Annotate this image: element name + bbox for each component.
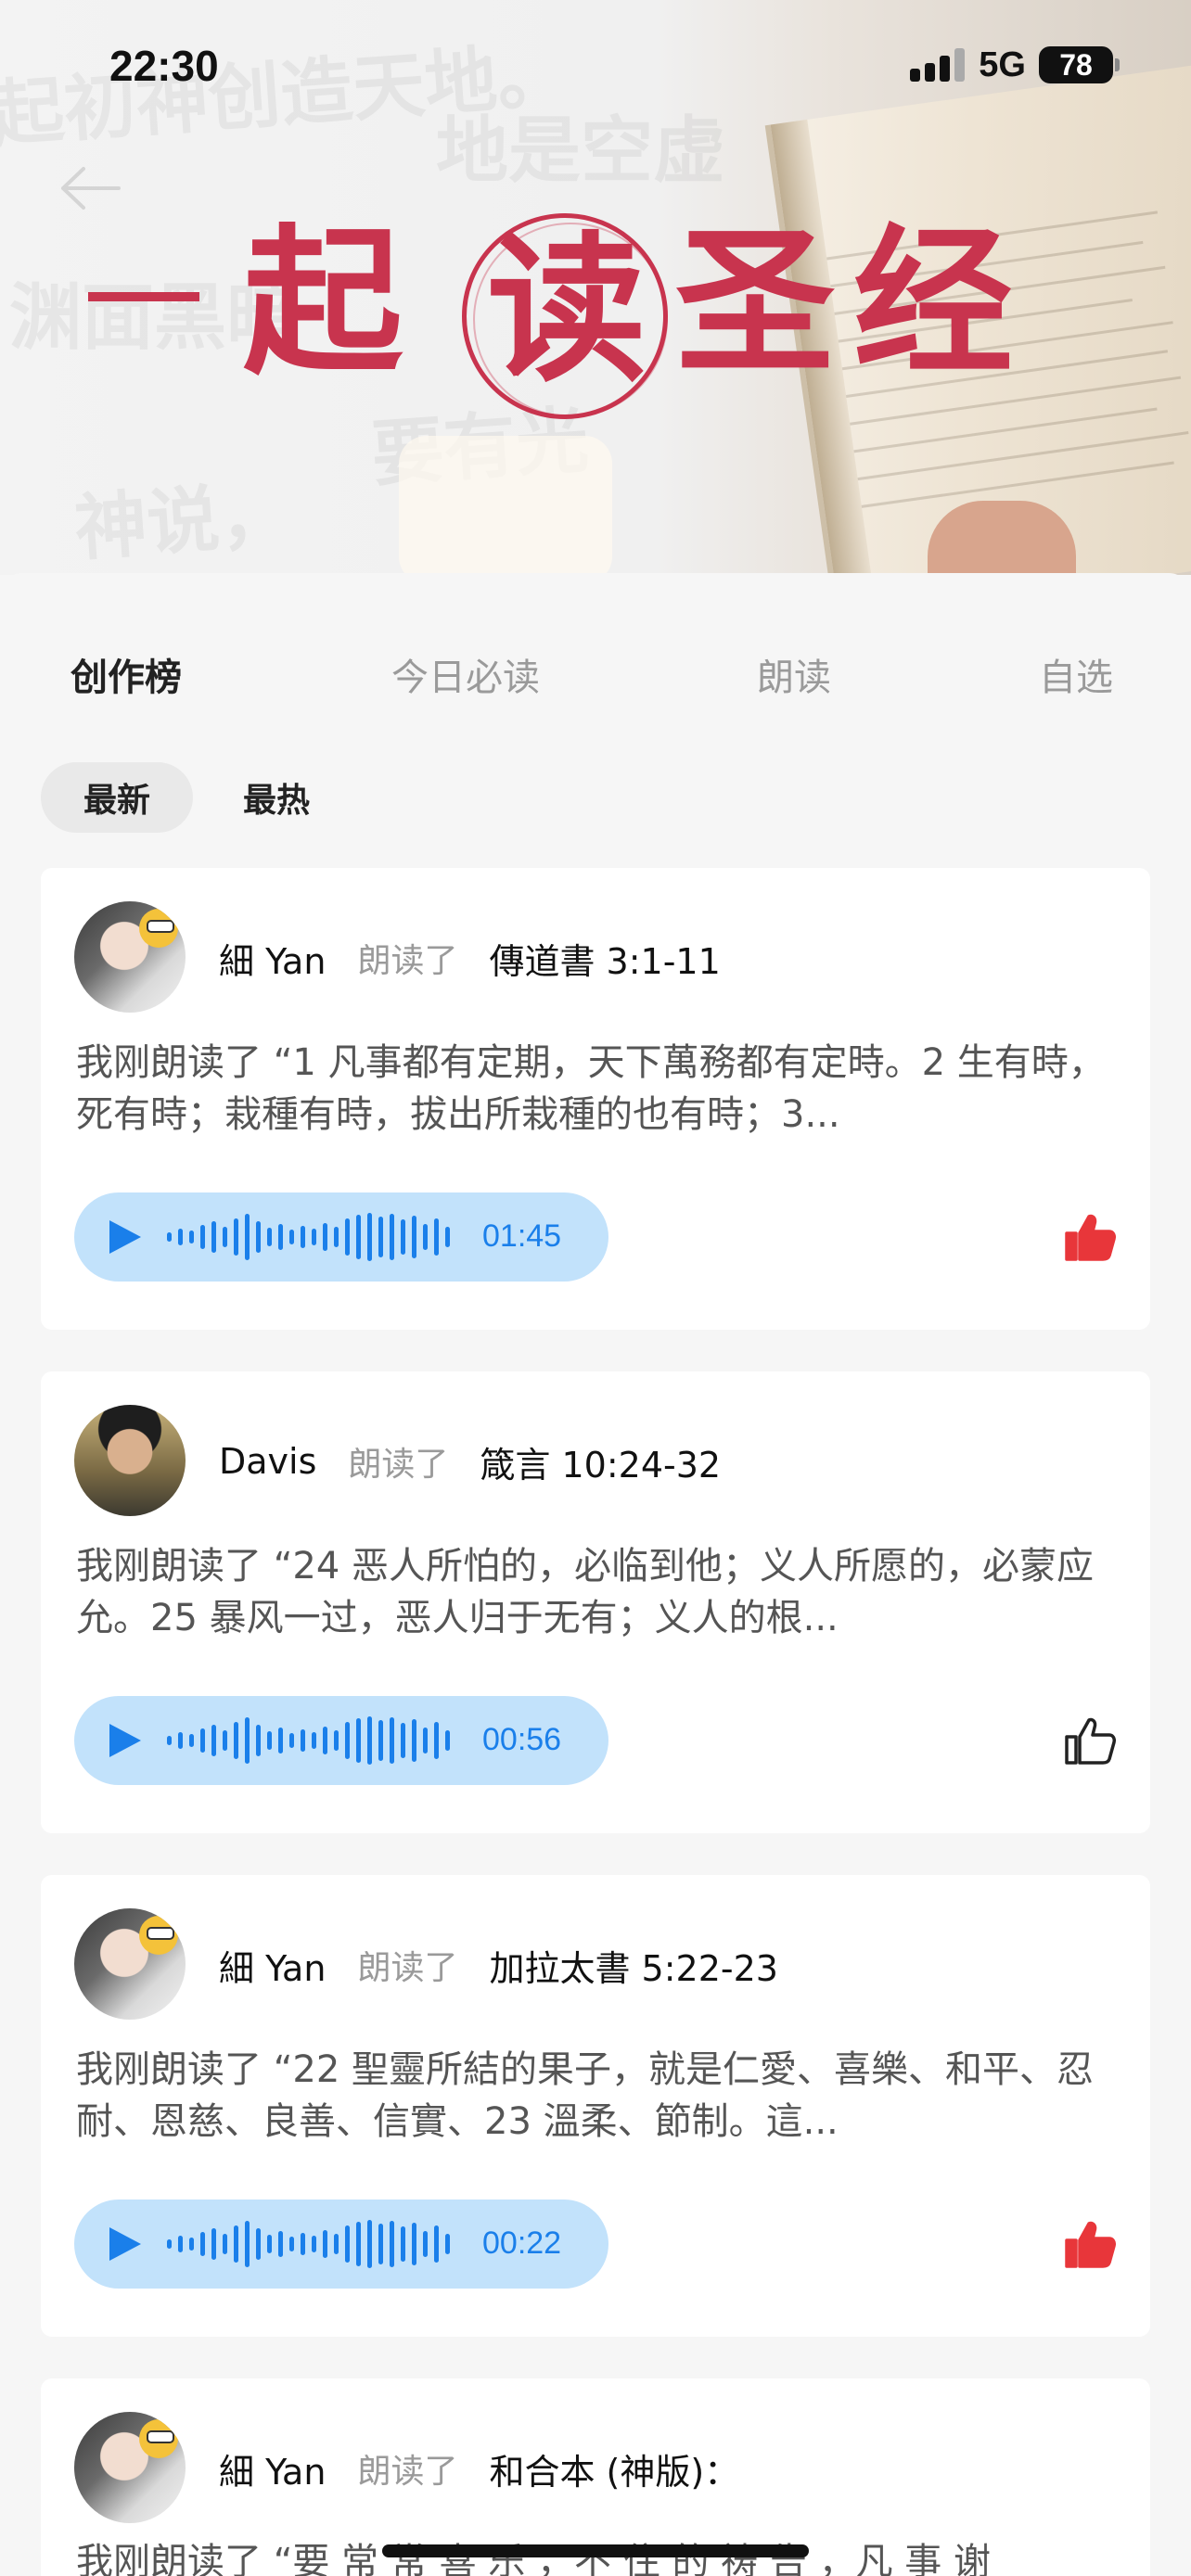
username[interactable]: 細 Yan [219, 2443, 326, 2494]
post-meta: 細 Yan 朗读了 加拉太書 5:22-23 [219, 1940, 778, 1991]
title-char: 经 [853, 208, 1013, 396]
cellular-signal-icon [910, 48, 966, 82]
username[interactable]: Davis [219, 1441, 316, 1482]
filter-latest[interactable]: 最新 [41, 762, 194, 833]
scripture-reference[interactable]: 和合本 (神版)： [489, 2443, 739, 2494]
emoji-sticker-icon [139, 909, 178, 948]
filter-hottest[interactable]: 最热 [221, 762, 332, 833]
hand-image [928, 501, 1076, 575]
waveform-icon [167, 1209, 464, 1265]
post-text[interactable]: 我刚朗读了 “1 凡事都有定期，天下萬務都有定時。2 生有時，死有時；栽種有時，… [76, 1037, 1119, 1141]
banner-bg-text: 神说， [71, 471, 295, 572]
status-time: 22:30 [109, 42, 219, 90]
audio-player[interactable]: 01:45 [74, 1192, 608, 1282]
avatar[interactable] [74, 2412, 186, 2523]
banner-bg-text: 地是空虚 [436, 108, 726, 193]
avatar[interactable] [74, 901, 186, 1013]
post-meta: 細 Yan 朗读了 和合本 (神版)： [219, 2443, 739, 2494]
avatar[interactable] [74, 1908, 186, 2020]
cup-image [399, 436, 612, 575]
tab-custom[interactable]: 自选 [1039, 647, 1113, 701]
audio-duration: 01:45 [482, 1218, 562, 1254]
action-label: 朗读了 [357, 2453, 458, 2491]
battery-icon: 78 [1039, 46, 1120, 83]
emoji-sticker-icon [139, 1916, 178, 1955]
scripture-reference[interactable]: 箴言 10:24-32 [480, 1436, 721, 1487]
play-icon[interactable] [109, 1220, 141, 1254]
home-indicator[interactable] [382, 2544, 809, 2557]
audio-player[interactable]: 00:22 [74, 2200, 608, 2289]
play-icon[interactable] [109, 1724, 141, 1757]
tab-bar: 创作榜 今日必读 朗读 自选 [0, 647, 1191, 725]
post-card[interactable]: Davis 朗读了 箴言 10:24-32 我刚朗读了 “24 恶人所怕的，必临到他；… [41, 1371, 1150, 1833]
emoji-sticker-icon [139, 2419, 178, 2458]
audio-player[interactable]: 00:56 [74, 1696, 608, 1785]
status-indicators: 5G 78 [910, 45, 1120, 85]
action-label: 朗读了 [348, 1446, 449, 1484]
title-char: 读 [487, 215, 647, 403]
title-dash [88, 292, 199, 301]
post-card[interactable]: 細 Yan 朗读了 傳道書 3:1-11 我刚朗读了 “1 凡事都有定期，天下萬務都有… [41, 868, 1150, 1330]
tab-read-aloud[interactable]: 朗读 [757, 647, 831, 701]
avatar[interactable] [74, 1405, 186, 1516]
username[interactable]: 細 Yan [219, 933, 326, 984]
banner-title: 起 读 圣 经 [0, 195, 1191, 419]
back-arrow-icon[interactable] [58, 165, 122, 211]
title-char: 起 [243, 208, 403, 396]
post-text[interactable]: 我刚朗读了 “22 聖靈所結的果子，就是仁愛、喜樂、和平、忍耐、恩慈、良善、信實… [76, 2044, 1119, 2148]
post-card[interactable]: 細 Yan 朗读了 加拉太書 5:22-23 我刚朗读了 “22 聖靈所結的果子，就是… [41, 1875, 1150, 2337]
network-type: 5G [979, 45, 1026, 84]
post-meta: Davis 朗读了 箴言 10:24-32 [219, 1436, 721, 1487]
waveform-icon [167, 1713, 464, 1768]
scripture-reference[interactable]: 傳道書 3:1-11 [489, 933, 720, 984]
action-label: 朗读了 [357, 942, 458, 980]
scripture-reference[interactable]: 加拉太書 5:22-23 [489, 1940, 777, 1991]
action-label: 朗读了 [357, 1949, 458, 1987]
thumbs-up-filled-icon[interactable] [1063, 2220, 1117, 2270]
thumbs-up-icon[interactable] [1063, 1716, 1117, 1766]
waveform-icon [167, 2216, 464, 2272]
audio-duration: 00:56 [482, 1722, 562, 1757]
title-char: 圣 [675, 208, 835, 396]
thumbs-up-filled-icon[interactable] [1063, 1213, 1117, 1263]
tab-daily-reading[interactable]: 今日必读 [391, 647, 540, 701]
username[interactable]: 細 Yan [219, 1940, 326, 1991]
audio-duration: 00:22 [482, 2225, 562, 2261]
post-meta: 細 Yan 朗读了 傳道書 3:1-11 [219, 933, 721, 984]
sort-filter: 最新 最热 [41, 762, 332, 833]
play-icon[interactable] [109, 2227, 141, 2261]
tab-creation-ranking[interactable]: 创作榜 [70, 647, 182, 701]
post-text[interactable]: 我刚朗读了 “24 恶人所怕的，必临到他；义人所愿的，必蒙应允。25 暴风一过，… [76, 1540, 1119, 1644]
